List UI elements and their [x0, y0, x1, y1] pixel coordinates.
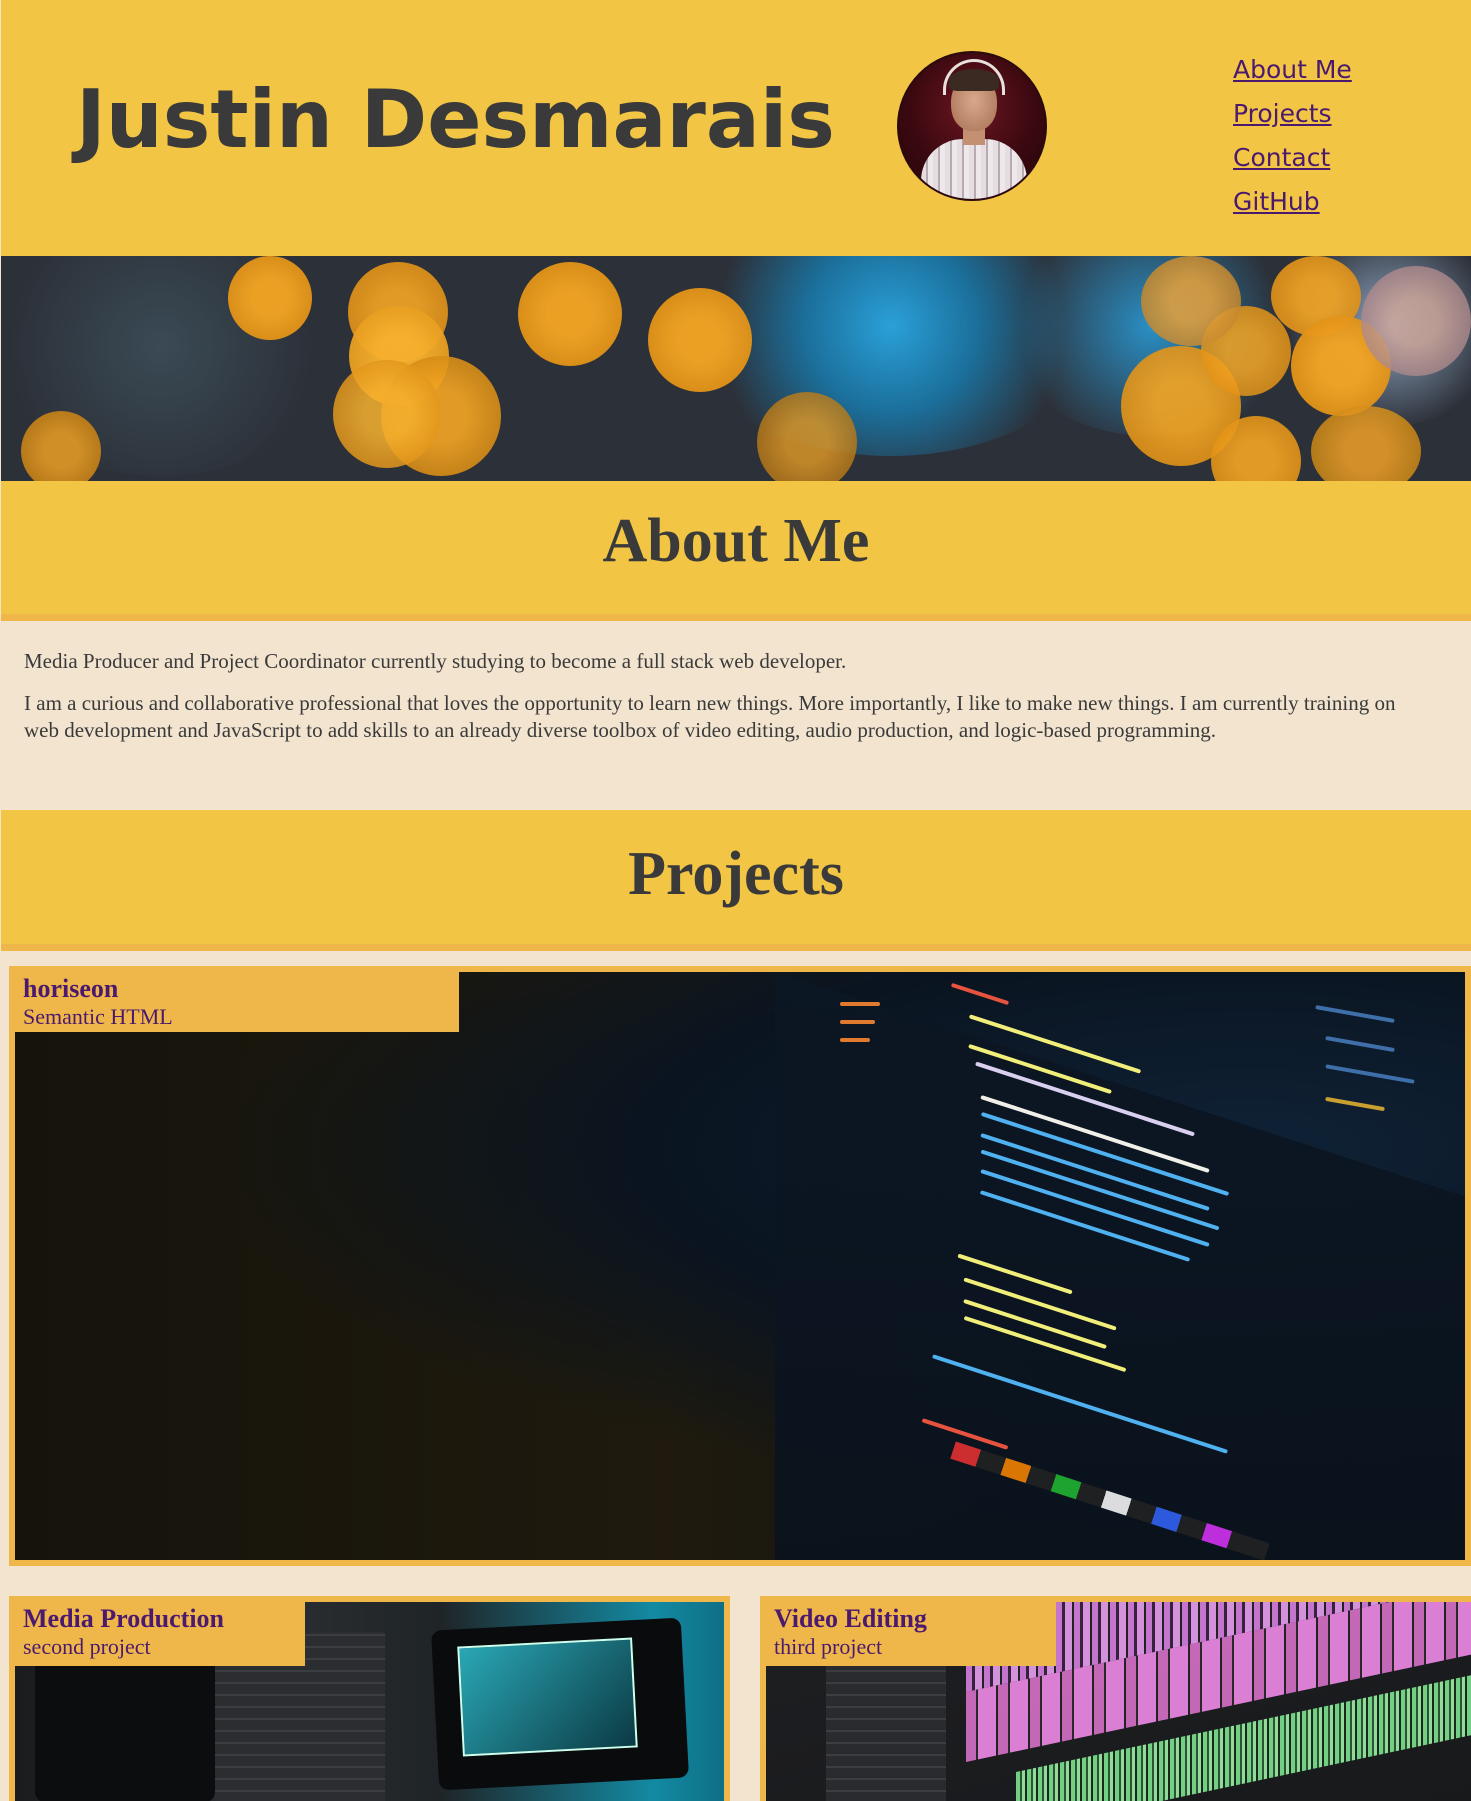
project-label: Media Production second project — [15, 1602, 305, 1666]
main-nav: About Me Projects Contact GitHub — [1233, 48, 1352, 224]
avatar-hair — [949, 69, 999, 91]
nav-link-projects[interactable]: Projects — [1233, 92, 1352, 136]
site-title: Justin Desmarais — [76, 73, 835, 166]
project-name: Media Production — [23, 1604, 225, 1633]
about-heading: About Me — [1, 481, 1471, 621]
project-subtitle: third project — [774, 1634, 883, 1659]
project-name: horiseon — [23, 974, 119, 1003]
project-subtitle: second project — [23, 1634, 151, 1659]
project-label: Video Editing third project — [766, 1602, 1056, 1666]
about-text: Media Producer and Project Coordinator c… — [24, 648, 1424, 759]
about-bio: I am a curious and collaborative profess… — [24, 691, 1396, 742]
nav-link-github[interactable]: GitHub — [1233, 180, 1352, 224]
project-image-code-screen — [15, 972, 1465, 1560]
nav-link-about-me[interactable]: About Me — [1233, 48, 1352, 92]
project-card-horiseon[interactable]: horiseon Semantic HTML — [9, 966, 1471, 1566]
project-name: Video Editing — [774, 1604, 927, 1633]
project-card-video-editing[interactable]: Video Editing third project — [760, 1596, 1471, 1801]
nav-link-contact[interactable]: Contact — [1233, 136, 1352, 180]
profile-photo — [897, 51, 1047, 201]
project-card-media-production[interactable]: Media Production second project — [9, 1596, 730, 1801]
site-header: Justin Desmarais About Me Projects Conta… — [1, 0, 1471, 256]
about-summary: Media Producer and Project Coordinator c… — [24, 649, 847, 673]
projects-heading: Projects — [1, 810, 1471, 951]
project-label: horiseon Semantic HTML — [15, 972, 459, 1032]
hero-banner-image — [1, 256, 1471, 481]
project-subtitle: Semantic HTML — [23, 1004, 173, 1029]
avatar-shirt — [921, 139, 1027, 199]
